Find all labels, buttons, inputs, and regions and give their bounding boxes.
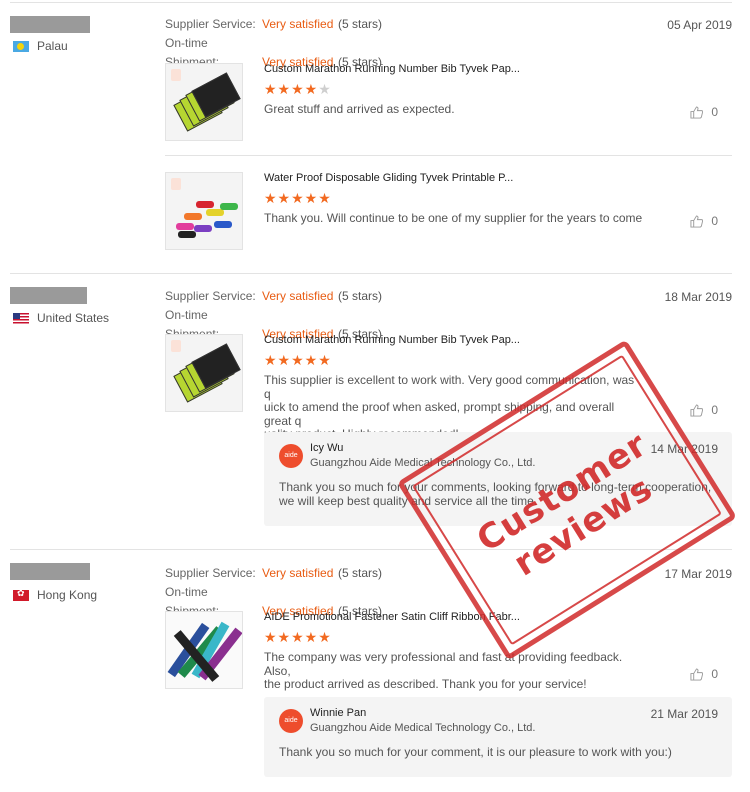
- reply-text-line: Thank you so much for your comment, it i…: [279, 745, 672, 759]
- thumbs-up-icon: [690, 214, 704, 228]
- country-label: Hong Kong: [37, 588, 98, 602]
- like-count: 0: [711, 667, 718, 681]
- supplier-avatar: aide: [279, 709, 303, 733]
- like-count: 0: [711, 403, 718, 417]
- review-text-line: The company was very professional and fa…: [264, 650, 623, 678]
- product-title-link[interactable]: Water Proof Disposable Gliding Tyvek Pri…: [264, 172, 513, 184]
- buyer-name-redacted: [10, 563, 90, 580]
- product-title-link[interactable]: Custom Marathon Running Number Bib Tyvek…: [264, 63, 520, 75]
- supplier-service-stars: (5 stars): [338, 17, 383, 31]
- reply-author-name: Icy Wu: [310, 442, 344, 454]
- review-text-line: the product arrived as described. Thank …: [264, 677, 587, 691]
- buyer-country: United States: [13, 311, 109, 325]
- review-item: Palau Supplier Service: Very satisfied (5 …: [10, 15, 732, 265]
- country-label: United States: [37, 311, 110, 325]
- flag-united-states-icon: [13, 312, 29, 324]
- review-item: Hong Kong Supplier Service: Very satisfie…: [10, 563, 732, 788]
- supplier-avatar: aide: [279, 444, 303, 468]
- like-count: 0: [711, 214, 718, 228]
- product-title-link[interactable]: Custom Marathon Running Number Bib Tyvek…: [264, 334, 520, 346]
- buyer-country: Palau: [13, 39, 68, 53]
- like-button[interactable]: 0: [690, 105, 718, 119]
- supplier-service-label: Supplier Service:: [165, 289, 256, 303]
- supplier-service-value: Very satisfied: [262, 17, 334, 31]
- flag-hong-kong-icon: [13, 589, 29, 601]
- product-thumbnail[interactable]: [165, 611, 243, 689]
- thumbs-up-icon: [690, 403, 704, 417]
- supplier-service-stars: (5 stars): [338, 289, 383, 303]
- brand-logo-icon: [171, 178, 181, 190]
- reply-date: 21 Mar 2019: [650, 707, 718, 721]
- review-divider: [10, 2, 732, 3]
- review-date: 17 Mar 2019: [664, 567, 732, 581]
- product-review: Water Proof Disposable Gliding Tyvek Pri…: [165, 172, 732, 252]
- buyer-country: Hong Kong: [13, 588, 97, 602]
- review-text: Great stuff and arrived as expected.: [264, 102, 455, 116]
- product-star-rating: ★★★★★: [264, 81, 332, 97]
- product-thumbnail[interactable]: [165, 172, 243, 250]
- product-review: AIDE Promotional Fastener Satin Cliff Ri…: [165, 611, 732, 691]
- buyer-name-redacted: [10, 16, 90, 33]
- product-divider: [165, 155, 732, 156]
- like-button[interactable]: 0: [690, 214, 718, 228]
- review-date: 18 Mar 2019: [664, 290, 732, 304]
- product-star-rating: ★★★★★: [264, 190, 332, 206]
- product-review: Custom Marathon Running Number Bib Tyvek…: [165, 63, 732, 143]
- reply-author-name: Winnie Pan: [310, 707, 367, 719]
- review-text: The company was very professional and fa…: [264, 650, 644, 692]
- product-thumbnail[interactable]: [165, 63, 243, 141]
- review-date: 05 Apr 2019: [667, 18, 732, 32]
- supplier-service-label: Supplier Service:: [165, 17, 256, 31]
- review-text: Thank you. Will continue to be one of my…: [264, 211, 643, 225]
- supplier-service-value: Very satisfied: [262, 566, 334, 580]
- reply-text: Thank you so much for your comment, it i…: [279, 745, 719, 759]
- like-count: 0: [711, 105, 718, 119]
- like-button[interactable]: 0: [690, 667, 718, 681]
- review-divider: [10, 273, 732, 274]
- reply-company: Guangzhou Aide Medical Technology Co., L…: [310, 722, 536, 734]
- supplier-service-label: Supplier Service:: [165, 566, 256, 580]
- thumbs-up-icon: [690, 105, 704, 119]
- like-button[interactable]: 0: [690, 403, 718, 417]
- product-star-rating: ★★★★★: [264, 629, 332, 645]
- country-label: Palau: [37, 39, 68, 53]
- supplier-service-value: Very satisfied: [262, 289, 334, 303]
- product-thumbnail[interactable]: [165, 334, 243, 412]
- product-star-rating: ★★★★★: [264, 352, 332, 368]
- thumbs-up-icon: [690, 667, 704, 681]
- flag-palau-icon: [13, 40, 29, 52]
- buyer-name-redacted: [10, 287, 87, 304]
- supplier-reply: aide Winnie Pan Guangzhou Aide Medical T…: [264, 697, 732, 777]
- supplier-service-stars: (5 stars): [338, 566, 383, 580]
